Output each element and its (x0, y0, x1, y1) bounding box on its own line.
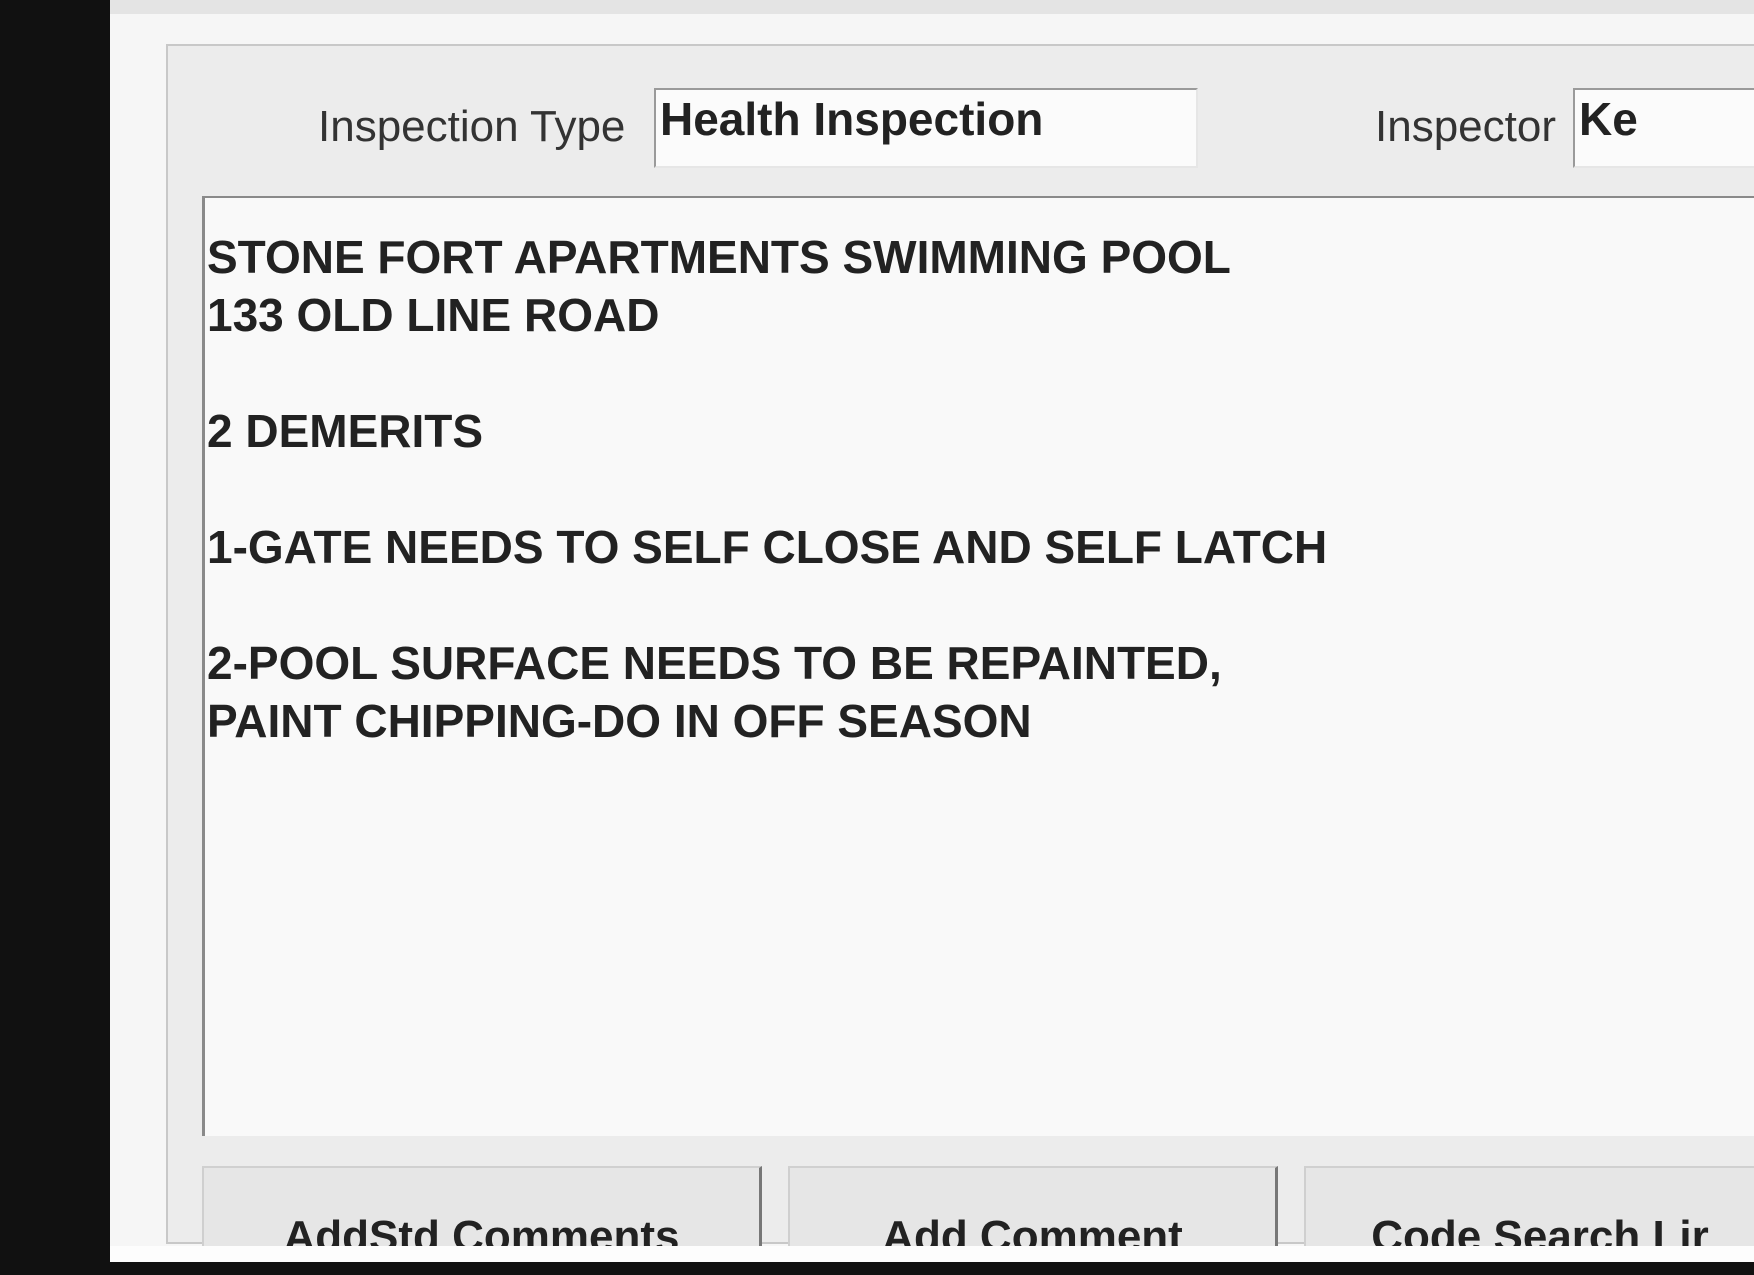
add-comment-button[interactable]: Add Comment (788, 1166, 1278, 1256)
code-search-button[interactable]: Code Search Lir (1304, 1166, 1754, 1256)
inspector-label: Inspector (1375, 102, 1556, 151)
comment-line: 1-GATE NEEDS TO SELF CLOSE AND SELF LATC… (207, 521, 1328, 573)
scan-edge-bottom (110, 1246, 1754, 1262)
comment-line: 133 OLD LINE ROAD (207, 289, 660, 341)
inspection-type-field[interactable]: Health Inspection (654, 88, 1198, 168)
comment-line: STONE FORT APARTMENTS SWIMMING POOL (207, 231, 1231, 283)
scan-edge-top (110, 0, 1754, 14)
inspector-field[interactable]: Ke (1573, 88, 1754, 168)
comment-line (205, 460, 1754, 518)
add-std-comments-button[interactable]: Add Std Comments (202, 1166, 762, 1256)
inspector-value: Ke (1579, 93, 1638, 145)
comment-line: PAINT CHIPPING-DO IN OFF SEASON (207, 695, 1032, 747)
comment-line: 2 DEMERITS (207, 405, 484, 457)
comment-line: 2-POOL SURFACE NEEDS TO BE REPAINTED, (207, 637, 1222, 689)
inspection-window: Inspection Type Health Inspection Inspec… (166, 44, 1754, 1256)
scanned-page: Inspection Type Health Inspection Inspec… (110, 0, 1754, 1262)
comment-line (205, 344, 1754, 402)
comment-line (205, 576, 1754, 634)
inspection-type-value: Health Inspection (660, 93, 1044, 145)
inspection-type-label: Inspection Type (318, 102, 626, 151)
comments-textarea[interactable]: STONE FORT APARTMENTS SWIMMING POOL 133 O… (202, 196, 1754, 1136)
